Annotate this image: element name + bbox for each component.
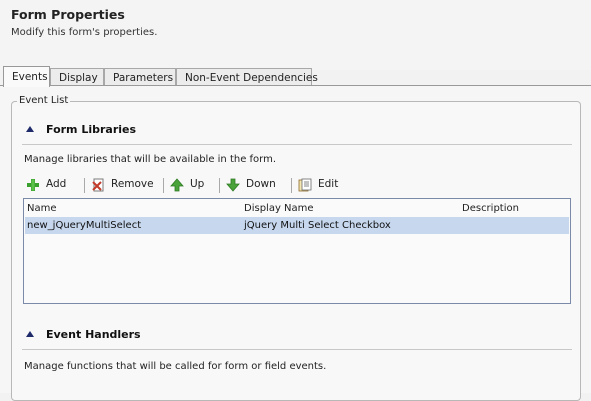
tab-parameters[interactable]: Parameters bbox=[104, 68, 176, 86]
add-label: Add bbox=[46, 178, 67, 190]
column-header-name[interactable]: Name bbox=[27, 203, 57, 214]
row-display-name-cell: jQuery Multi Select Checkbox bbox=[244, 220, 391, 231]
page-subtitle: Modify this form's properties. bbox=[11, 27, 158, 38]
column-header-display-name[interactable]: Display Name bbox=[244, 203, 314, 214]
section-divider bbox=[22, 349, 572, 350]
row-name-cell: new_jQueryMultiSelect bbox=[27, 220, 142, 231]
remove-label: Remove bbox=[111, 178, 154, 190]
down-label: Down bbox=[246, 178, 276, 190]
arrow-up-icon bbox=[170, 178, 184, 192]
collapse-triangle-icon[interactable] bbox=[26, 126, 34, 132]
event-list-label: Event List bbox=[17, 95, 71, 106]
event-handlers-description: Manage functions that will be called for… bbox=[24, 361, 327, 372]
libraries-toolbar: Add Remove Up Down Edit bbox=[24, 176, 364, 194]
arrow-down-icon bbox=[226, 178, 240, 192]
tab-divider bbox=[50, 85, 591, 86]
toolbar-separator bbox=[84, 178, 85, 193]
tab-display[interactable]: Display bbox=[50, 68, 104, 86]
tab-divider-left bbox=[0, 85, 3, 86]
page-title: Form Properties bbox=[11, 7, 125, 22]
remove-icon bbox=[92, 178, 104, 192]
form-libraries-description: Manage libraries that will be available … bbox=[24, 154, 277, 165]
edit-label: Edit bbox=[318, 178, 339, 190]
toolbar-separator bbox=[291, 178, 292, 193]
toolbar-separator bbox=[163, 178, 164, 193]
add-icon bbox=[27, 179, 39, 191]
grid-header: Name Display Name Description bbox=[24, 199, 570, 217]
tab-events[interactable]: Events bbox=[3, 66, 50, 87]
up-label: Up bbox=[190, 178, 205, 190]
section-divider bbox=[22, 144, 572, 145]
header: Form Properties Modify this form's prope… bbox=[0, 0, 591, 70]
table-row[interactable]: new_jQueryMultiSelect jQuery Multi Selec… bbox=[25, 217, 569, 234]
libraries-grid[interactable]: Name Display Name Description new_jQuery… bbox=[23, 198, 571, 304]
event-handlers-title: Event Handlers bbox=[46, 328, 141, 341]
column-header-description[interactable]: Description bbox=[462, 203, 519, 214]
collapse-triangle-icon[interactable] bbox=[26, 331, 34, 337]
edit-icon bbox=[298, 178, 312, 192]
form-libraries-title: Form Libraries bbox=[46, 123, 137, 136]
tab-non-event-dependencies[interactable]: Non-Event Dependencies bbox=[176, 68, 318, 86]
toolbar-separator bbox=[219, 178, 220, 193]
